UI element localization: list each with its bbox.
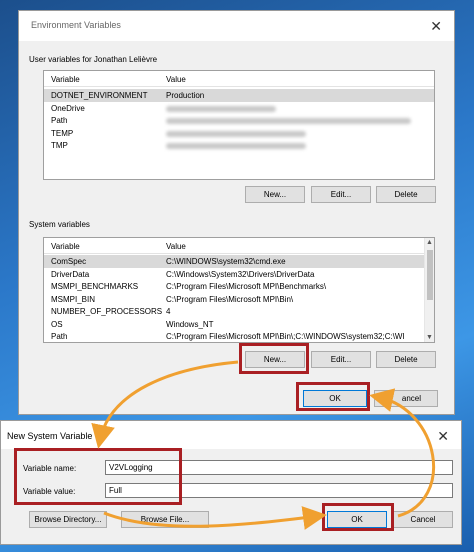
user-edit-button[interactable]: Edit...: [311, 186, 371, 203]
variable-name: NUMBER_OF_PROCESSORS: [51, 307, 163, 316]
table-row[interactable]: DOTNET_ENVIRONMENT Production: [44, 89, 434, 102]
variable-value: 4: [166, 307, 171, 316]
column-header-value[interactable]: Value: [166, 75, 186, 84]
variable-name: MSMPI_BENCHMARKS: [51, 282, 139, 291]
variable-name: TEMP: [51, 128, 74, 138]
variable-name: DriverData: [51, 269, 90, 279]
scroll-down-icon[interactable]: ▼: [426, 334, 433, 341]
vertical-scrollbar[interactable]: ▲ ▼: [424, 238, 434, 342]
highlight-box-dialog-ok: [322, 503, 394, 531]
user-delete-button[interactable]: Delete: [376, 186, 436, 203]
user-variables-label: User variables for Jonathan Lelièvre: [29, 55, 158, 64]
system-delete-button[interactable]: Delete: [376, 351, 436, 368]
title-bar: Environment Variables ✕: [19, 11, 454, 41]
variable-name: DOTNET_ENVIRONMENT: [51, 91, 148, 100]
close-icon[interactable]: ✕: [430, 19, 442, 33]
table-row[interactable]: TMP: [44, 139, 434, 152]
system-edit-button[interactable]: Edit...: [311, 351, 371, 368]
variable-value: Windows_NT: [166, 319, 214, 329]
variable-value: C:\Program Files\Microsoft MPI\Bin\: [166, 294, 294, 304]
desktop-background: { "env_window": { "title": "Environment …: [0, 0, 474, 552]
table-row[interactable]: MSMPI_BENCHMARKS C:\Program Files\Micros…: [44, 280, 426, 293]
variable-value: Production: [166, 91, 205, 100]
column-header-value[interactable]: Value: [166, 242, 186, 251]
variable-name: OneDrive: [51, 103, 85, 113]
list-header: Variable Value: [44, 238, 434, 254]
variable-name: MSMPI_BIN: [51, 294, 96, 304]
user-new-button[interactable]: New...: [245, 186, 305, 203]
variable-name: Path: [51, 116, 68, 125]
list-header: Variable Value: [44, 71, 434, 87]
variable-value: C:\Windows\System32\Drivers\DriverData: [166, 269, 315, 279]
table-row[interactable]: Path: [44, 114, 434, 127]
variable-name: TMP: [51, 141, 68, 150]
table-row[interactable]: DriverData C:\Windows\System32\Drivers\D…: [44, 268, 426, 281]
browse-file-button[interactable]: Browse File...: [121, 511, 209, 528]
table-row[interactable]: MSMPI_BIN C:\Program Files\Microsoft MPI…: [44, 293, 426, 306]
dialog-title: New System Variable: [7, 431, 93, 441]
highlight-box-fields: [14, 448, 182, 505]
environment-variables-window: Environment Variables ✕ User variables f…: [18, 10, 455, 415]
table-row[interactable]: NUMBER_OF_PROCESSORS 4: [44, 305, 426, 318]
scroll-up-icon[interactable]: ▲: [426, 239, 433, 246]
column-header-variable[interactable]: Variable: [51, 242, 80, 251]
system-variables-label: System variables: [29, 220, 90, 229]
table-row[interactable]: TEMP: [44, 127, 434, 140]
highlight-box-env-ok: [296, 382, 370, 411]
variable-value: C:\Program Files\Microsoft MPI\Benchmark…: [166, 282, 327, 291]
variable-name: ComSpec: [51, 257, 87, 266]
blurred-value: [166, 105, 276, 112]
dialog-cancel-button[interactable]: Cancel: [393, 511, 453, 528]
table-row[interactable]: OneDrive: [44, 102, 434, 115]
table-row[interactable]: Path C:\Program Files\Microsoft MPI\Bin\…: [44, 330, 426, 342]
variable-name: OS: [51, 319, 63, 329]
highlight-box-new-button: [239, 343, 309, 374]
table-row[interactable]: OS Windows_NT: [44, 318, 426, 331]
scroll-thumb[interactable]: [427, 250, 433, 300]
blurred-value: [166, 118, 411, 124]
close-icon[interactable]: ✕: [437, 429, 449, 443]
column-header-variable[interactable]: Variable: [51, 75, 80, 84]
window-title: Environment Variables: [31, 20, 121, 30]
user-variables-list[interactable]: Variable Value DOTNET_ENVIRONMENT Produc…: [43, 70, 435, 180]
variable-value: C:\Program Files\Microsoft MPI\Bin\;C:\W…: [166, 332, 405, 341]
env-cancel-button[interactable]: ancel: [374, 390, 438, 407]
blurred-value: [166, 130, 306, 137]
blurred-value: [166, 143, 306, 149]
dialog-title-bar: New System Variable ✕: [1, 421, 461, 449]
browse-directory-button[interactable]: Browse Directory...: [29, 511, 107, 528]
system-variables-list[interactable]: Variable Value ComSpec C:\WINDOWS\system…: [43, 237, 435, 343]
variable-name: Path: [51, 332, 68, 341]
table-row[interactable]: ComSpec C:\WINDOWS\system32\cmd.exe: [44, 255, 426, 268]
variable-value: C:\WINDOWS\system32\cmd.exe: [166, 257, 286, 266]
